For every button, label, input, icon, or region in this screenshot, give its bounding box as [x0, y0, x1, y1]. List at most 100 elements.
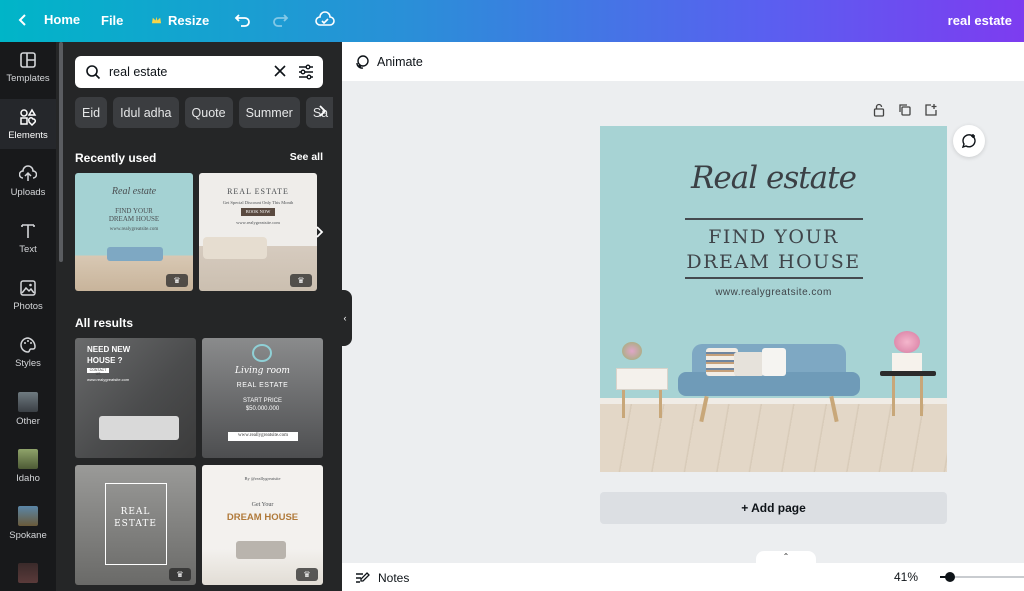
- animate-button[interactable]: Animate: [354, 54, 423, 70]
- flower-vase: [894, 331, 920, 353]
- folder-thumbnail: [18, 448, 38, 469]
- collapse-panel-button[interactable]: ‹: [338, 290, 352, 346]
- thumb-text: BOOK NOW: [245, 209, 271, 214]
- search-input[interactable]: [109, 65, 259, 79]
- home-button[interactable]: Home: [16, 12, 80, 27]
- template-thumb-result-4[interactable]: By @reallygreatsite Get Your DREAM HOUSE…: [202, 465, 323, 585]
- headline-line-1[interactable]: FIND YOUR: [600, 225, 947, 250]
- text-icon: [21, 223, 35, 238]
- clear-search-icon[interactable]: [273, 64, 287, 78]
- redo-button[interactable]: [271, 12, 289, 28]
- table-top: [880, 371, 936, 376]
- thumb-text: www.realygreatsite.com: [87, 377, 130, 382]
- see-all-link[interactable]: See all: [290, 151, 323, 163]
- site-badge: www.reallygreatsite.com: [228, 432, 298, 441]
- rail-item-more[interactable]: [0, 555, 56, 591]
- rail-item-other[interactable]: Other: [0, 384, 56, 434]
- sofa-image[interactable]: [678, 344, 860, 424]
- rail-label: Templates: [6, 72, 50, 84]
- lock-icon[interactable]: [872, 103, 886, 117]
- crown-icon: [151, 16, 162, 24]
- undo-button[interactable]: [234, 12, 252, 28]
- file-menu-button[interactable]: File: [101, 13, 123, 28]
- rail-label: Elements: [8, 129, 48, 141]
- folder-thumbnail: [18, 505, 38, 526]
- cloud-check-icon: [315, 11, 335, 26]
- chevron-right-icon[interactable]: [315, 225, 325, 239]
- design-title[interactable]: real estate: [948, 13, 1012, 28]
- show-pages-button[interactable]: ⌃: [756, 551, 816, 563]
- upload-cloud-icon: [19, 164, 37, 181]
- template-thumb-result-2[interactable]: Living room REAL ESTATE START PRICE $50.…: [202, 338, 323, 458]
- photos-icon: [20, 279, 36, 296]
- table-leg: [659, 390, 662, 418]
- panel-scrollbar[interactable]: [59, 42, 63, 262]
- design-page[interactable]: Real estate FIND YOUR DREAM HOUSE www.re…: [600, 126, 947, 472]
- rail-item-elements[interactable]: Elements: [0, 99, 56, 149]
- page-tools: [872, 103, 938, 117]
- rail-label: Other: [16, 415, 40, 427]
- chip-eid[interactable]: Eid: [75, 97, 108, 128]
- duplicate-page-icon[interactable]: [898, 103, 912, 117]
- side-table-left[interactable]: [616, 342, 668, 420]
- animate-icon: [356, 54, 369, 69]
- rail-item-photos[interactable]: Photos: [0, 270, 56, 320]
- table-leg: [622, 390, 625, 418]
- headline-line-2[interactable]: DREAM HOUSE: [600, 250, 947, 275]
- website-text[interactable]: www.realygreatsite.com: [600, 287, 947, 298]
- chevron-right-icon[interactable]: [318, 104, 328, 118]
- rail-label: Text: [19, 243, 37, 255]
- chip-idul-adha[interactable]: Idul adha: [113, 97, 179, 128]
- filter-icon[interactable]: [297, 63, 315, 81]
- rail-item-uploads[interactable]: Uploads: [0, 156, 56, 206]
- zoom-level[interactable]: 41%: [894, 570, 918, 584]
- book-now-badge: BOOK NOW: [241, 208, 275, 216]
- add-page-button[interactable]: + Add page: [600, 492, 947, 524]
- rail-label: Photos: [13, 300, 43, 312]
- elements-icon: [20, 108, 37, 126]
- elements-panel: Eid Idul adha Quote Summer Sa Recently u…: [56, 42, 342, 591]
- thumb-text: HOUSE ?: [87, 356, 123, 365]
- zoom-slider-handle[interactable]: [945, 572, 955, 582]
- side-table-right[interactable]: [880, 331, 936, 421]
- rail-item-idaho[interactable]: Idaho: [0, 441, 56, 491]
- folder-thumbnail: [18, 391, 38, 412]
- resize-button[interactable]: Resize: [151, 13, 209, 28]
- chip-summer[interactable]: Summer: [238, 97, 300, 128]
- thumb-text: www.realygreatsite.com: [236, 220, 280, 225]
- rail-label: Uploads: [10, 186, 46, 198]
- thumb-text: NEED NEW: [87, 345, 131, 354]
- rail-label: Idaho: [16, 472, 40, 484]
- script-title-text[interactable]: Real estate: [600, 160, 947, 196]
- suggestion-chips: Eid Idul adha Quote Summer Sa: [75, 97, 333, 129]
- template-thumb-result-1[interactable]: NEED NEW HOUSE ? CONTACT US www.realygre…: [75, 338, 196, 458]
- chip-quote[interactable]: Quote: [184, 97, 233, 128]
- pillow: [762, 348, 786, 376]
- zoom-slider[interactable]: [940, 572, 1024, 582]
- thumb-text: By @reallygreatsite: [244, 476, 281, 481]
- file-label: File: [101, 13, 124, 28]
- add-page-icon[interactable]: [924, 103, 938, 117]
- thumb-text: Get Special Discount Only This Month: [222, 200, 294, 205]
- rail-item-text[interactable]: Text: [0, 213, 56, 263]
- recently-used-title: Recently used: [75, 151, 157, 165]
- save-status-button[interactable]: [315, 11, 335, 29]
- home-label: Home: [44, 12, 81, 27]
- add-comment-button[interactable]: [953, 125, 985, 157]
- chevron-left-icon: ‹: [343, 313, 347, 323]
- rail-item-templates[interactable]: Templates: [0, 42, 56, 92]
- palette-icon: [20, 336, 36, 353]
- template-thumb-recent-2[interactable]: REAL ESTATE Get Special Discount Only Th…: [199, 173, 317, 291]
- template-thumb-recent-1[interactable]: Real estate FIND YOUR DREAM HOUSE www.re…: [75, 173, 193, 291]
- rail-item-styles[interactable]: Styles: [0, 327, 56, 377]
- template-thumb-result-3[interactable]: REAL ESTATE ♛: [75, 465, 196, 585]
- folder-thumbnail: [18, 563, 38, 583]
- left-rail: Templates Elements Uploads Text Photos S…: [0, 42, 56, 591]
- rail-item-spokane[interactable]: Spokane: [0, 498, 56, 548]
- sofa-leg: [829, 395, 839, 423]
- title-rule-top: [685, 218, 863, 220]
- notes-button[interactable]: Notes: [354, 570, 409, 586]
- editor-toolbar: Animate: [342, 42, 1024, 81]
- top-bar: Home File Resize real estate: [0, 0, 1024, 42]
- thumb-text: $50.000.000: [245, 406, 280, 412]
